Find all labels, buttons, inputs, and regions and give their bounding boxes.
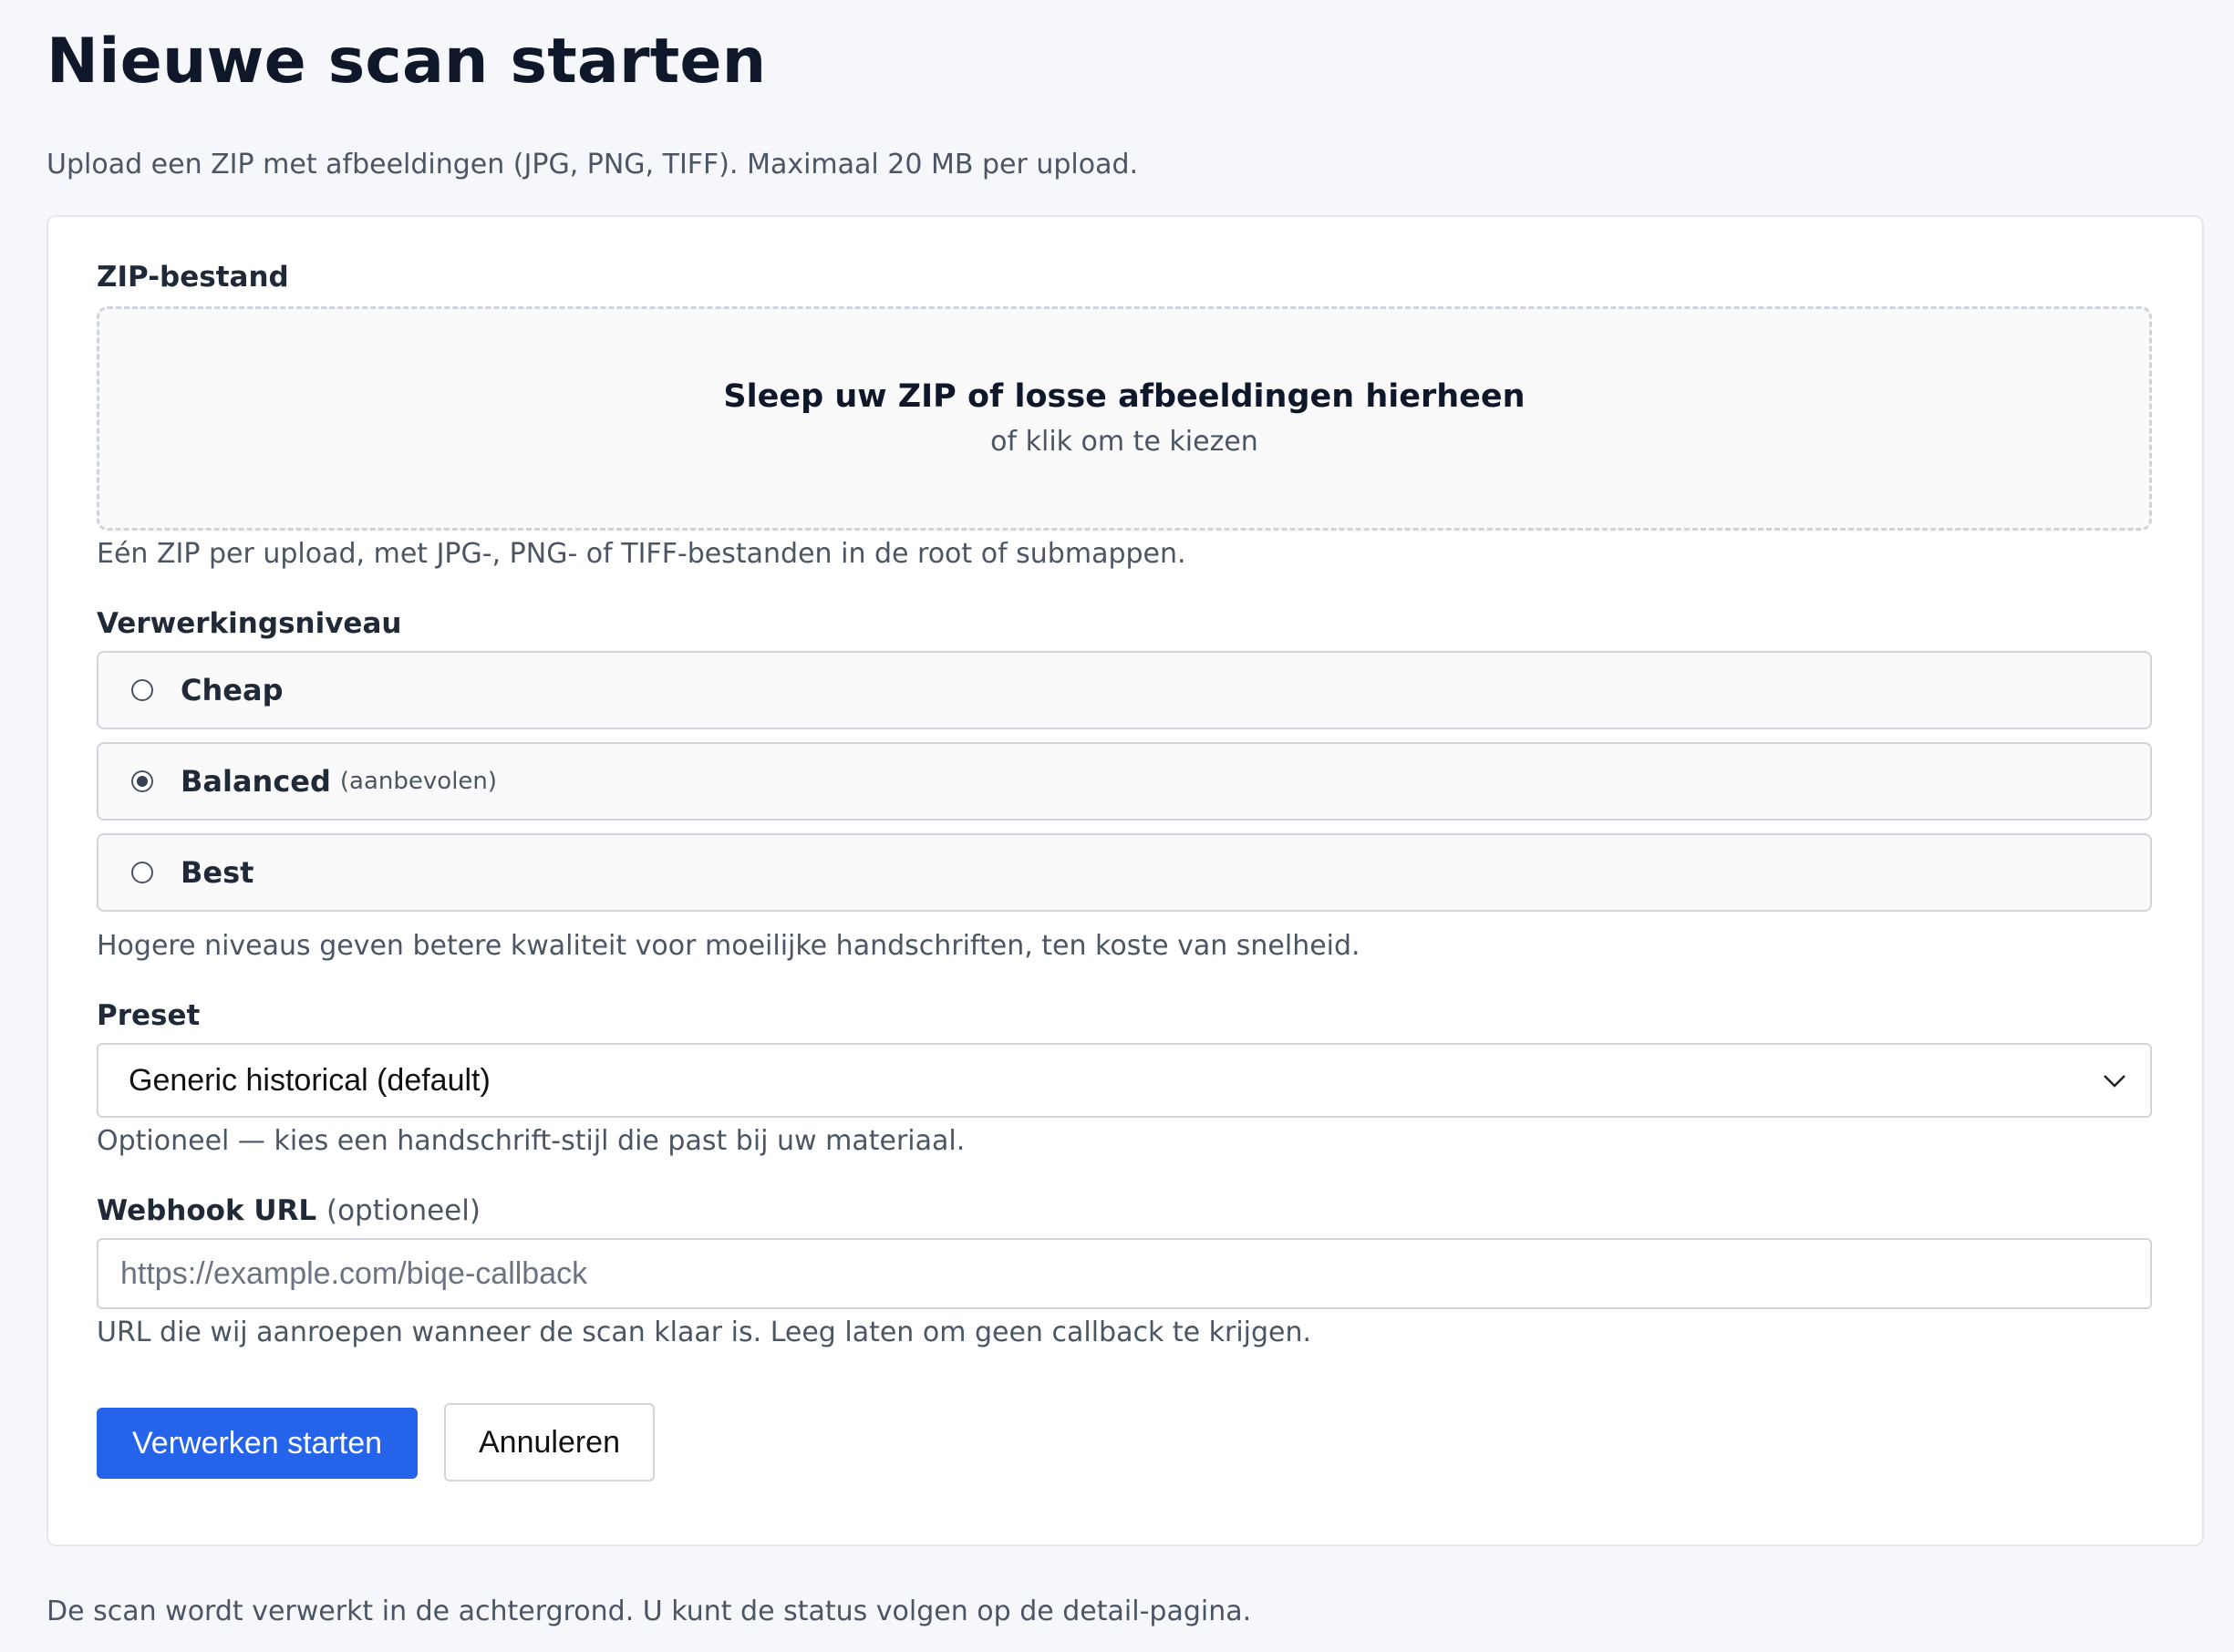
start-processing-button[interactable]: Verwerken starten xyxy=(97,1408,418,1479)
footer-note: De scan wordt verwerkt in de achtergrond… xyxy=(47,1595,1252,1627)
level-help: Hogere niveaus geven betere kwaliteit vo… xyxy=(97,930,1360,962)
level-option-cheap[interactable]: Cheap xyxy=(97,651,2152,729)
option-hint: (aanbevolen) xyxy=(339,768,498,795)
preset-help: Optioneel — kies een handschrift-stijl d… xyxy=(97,1125,966,1157)
cancel-button[interactable]: Annuleren xyxy=(444,1403,655,1482)
option-label: Cheap xyxy=(181,673,284,707)
webhook-label-optional: (optioneel) xyxy=(326,1194,481,1227)
webhook-label: Webhook URL (optioneel) xyxy=(97,1194,481,1227)
level-label: Verwerkingsniveau xyxy=(97,607,402,640)
zip-label: ZIP-bestand xyxy=(97,261,289,294)
level-option-best[interactable]: Best xyxy=(97,833,2152,912)
option-label: Best xyxy=(181,855,254,890)
chevron-down-icon xyxy=(2104,1075,2125,1088)
webhook-label-text: Webhook URL xyxy=(97,1194,317,1227)
scan-form-card: ZIP-bestand Sleep uw ZIP of losse afbeel… xyxy=(47,215,2204,1546)
preset-select[interactable]: Generic historical (default) xyxy=(97,1043,2152,1118)
preset-selected-value: Generic historical (default) xyxy=(129,1062,491,1098)
level-option-balanced[interactable]: Balanced (aanbevolen) xyxy=(97,742,2152,821)
dropzone-subtitle: of klik om te kiezen xyxy=(990,426,1258,458)
dropzone-title: Sleep uw ZIP of losse afbeeldingen hierh… xyxy=(723,378,1526,415)
webhook-help: URL die wij aanroepen wanneer de scan kl… xyxy=(97,1316,1312,1348)
radio-best[interactable] xyxy=(131,862,153,883)
preset-label: Preset xyxy=(97,999,201,1032)
page-title: Nieuwe scan starten xyxy=(47,26,767,98)
radio-balanced[interactable] xyxy=(131,770,153,792)
page-intro: Upload een ZIP met afbeeldingen (JPG, PN… xyxy=(47,149,1139,181)
radio-cheap[interactable] xyxy=(131,679,153,701)
page: Nieuwe scan starten Upload een ZIP met a… xyxy=(0,0,2234,1652)
webhook-url-input[interactable] xyxy=(97,1238,2152,1309)
option-label: Balanced xyxy=(181,764,331,799)
zip-dropzone[interactable]: Sleep uw ZIP of losse afbeeldingen hierh… xyxy=(97,306,2152,531)
zip-help: Eén ZIP per upload, met JPG-, PNG- of TI… xyxy=(97,538,1186,570)
